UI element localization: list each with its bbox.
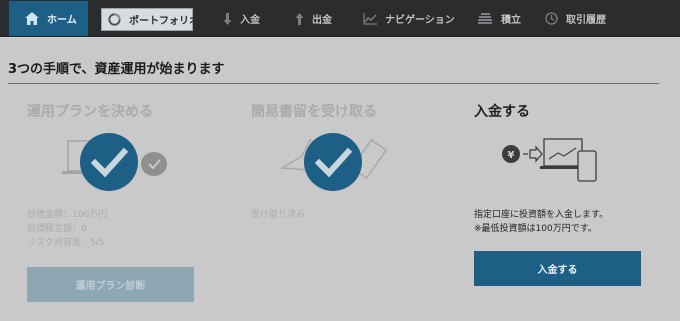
step-3-details: 指定口座に投資額を入金します。 ※最低投資額は100万円です。 [474,208,608,236]
nav-home-label: ホーム [47,15,77,26]
page-title: 3つの手順で、資産運用が始まります [8,62,225,77]
deposit-button[interactable]: 入金する [474,251,641,286]
step-3-instruction: 指定口座に投資額を入金します。 [474,210,609,220]
coin-stack-icon [477,12,493,25]
nav-history-label: 取引履歴 [566,15,606,26]
step-1-title: 運用プランを決める [27,104,153,120]
nav-withdraw[interactable]: 出金 [295,0,332,37]
step-2-title: 簡易書留を受け取る [251,104,377,120]
withdraw-arrow-icon [295,12,304,25]
nav-home[interactable]: ホーム [9,1,88,36]
svg-text:¥: ¥ [508,150,515,161]
nav-deposit-label: 入金 [240,15,260,26]
nav-navigation[interactable]: ナビゲーション [363,0,455,37]
nav-portfolio-label: ポートフォリオ [129,16,199,27]
step-3-minimum-note: ※最低投資額は100万円です。 [474,224,597,234]
home-icon [25,12,39,25]
step-2-received: 受け取り済み [251,210,306,220]
step-1-risk-tolerance: リスク許容度：5/5 [27,238,105,248]
deposit-arrow-icon [223,12,232,25]
plan-diagnosis-button[interactable]: 運用プラン診断 [27,267,194,302]
step-1-target-amount: 目標金額：100万円 [27,210,108,220]
step-1-target-monthly: 目標積立額：0 [27,224,87,234]
step-2-details: 受け取り済み [251,208,305,222]
main-content: 3つの手順で、資産運用が始まります 運用プランを決める 目標金額：100万円 目… [0,38,680,321]
nav-navigation-label: ナビゲーション [385,15,455,26]
step-2-check-icon [304,133,362,191]
top-nav: ホーム ポートフォリオ 入金 出金 ナビゲーション 積立 取引履歴 [0,0,680,37]
nav-withdraw-label: 出金 [312,15,332,26]
clock-icon [545,12,558,25]
title-divider [8,83,659,84]
nav-portfolio[interactable]: ポートフォリオ [101,8,199,31]
step-1-check-icon [80,133,138,191]
portfolio-icon [108,13,121,26]
nav-history[interactable]: 取引履歴 [545,0,606,37]
nav-tsumitate-label: 積立 [501,15,521,26]
deposit-illustration-icon: ¥ [500,133,600,192]
step-1-details: 目標金額：100万円 目標積立額：0 リスク許容度：5/5 [27,208,107,250]
nav-deposit[interactable]: 入金 [223,0,260,37]
chart-line-icon [363,12,377,25]
nav-tsumitate[interactable]: 積立 [477,0,521,37]
step-3-title: 入金する [474,104,530,120]
